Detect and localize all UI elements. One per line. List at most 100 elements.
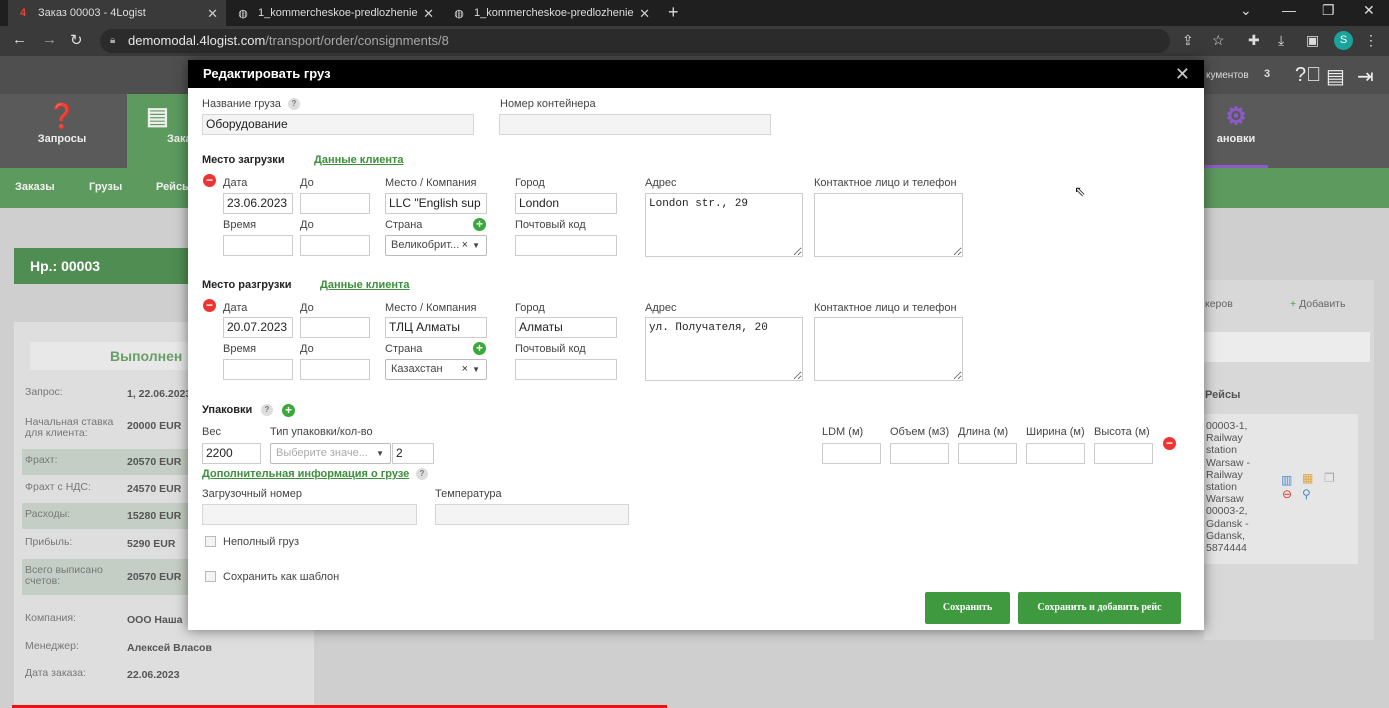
remove-loading-icon[interactable]: −	[203, 174, 216, 187]
add-link[interactable]: + Добавить	[1290, 298, 1345, 310]
extra-info-link[interactable]: Дополнительная информация о грузе	[202, 468, 409, 480]
profile-avatar[interactable]: S	[1334, 31, 1353, 50]
unloading-place-input[interactable]: ТЛЦ Алматы	[385, 317, 487, 338]
volume-label: Объем (м3)	[890, 426, 950, 438]
close-icon[interactable]: ✕	[423, 6, 434, 22]
unloading-time-to-input[interactable]	[300, 359, 370, 380]
unloading-zip-input[interactable]	[515, 359, 617, 380]
save-and-add-trip-button[interactable]: Сохранить и добавить рейс	[1018, 592, 1181, 624]
unloading-city-input[interactable]: Алматы	[515, 317, 617, 338]
loading-client-link[interactable]: Данные клиента	[314, 154, 403, 166]
height-input[interactable]	[1094, 443, 1153, 464]
width-label: Ширина (м)	[1026, 426, 1085, 438]
markers-link[interactable]: керов	[1205, 298, 1233, 310]
extensions-icon[interactable]: ✚	[1248, 32, 1260, 49]
loading-date-to-input[interactable]	[300, 193, 370, 214]
container-input[interactable]	[499, 114, 771, 135]
window-close-icon[interactable]: ✕	[1363, 2, 1375, 19]
loading-time-input[interactable]	[223, 235, 293, 256]
volume-input[interactable]	[890, 443, 949, 464]
close-icon[interactable]: ✕	[1175, 64, 1190, 85]
remove-package-icon[interactable]: −	[1163, 437, 1176, 450]
reload-icon[interactable]: ↻	[70, 31, 83, 49]
nav-tile-settings[interactable]: ⚙ ановки	[1204, 94, 1268, 168]
sidebar-icon[interactable]: ▣	[1306, 32, 1319, 49]
edit-icon[interactable]: ▦	[1302, 471, 1313, 485]
logout-icon[interactable]: ⇥	[1357, 64, 1374, 89]
save-template-checkbox[interactable]	[205, 571, 216, 582]
menu-icon[interactable]: ⋮	[1364, 32, 1378, 49]
partial-cargo-checkbox[interactable]	[205, 536, 216, 547]
unloading-client-link[interactable]: Данные клиента	[320, 279, 409, 291]
book-icon[interactable]: ▥	[1281, 473, 1292, 487]
loading-place-input[interactable]: LLC "English sup	[385, 193, 487, 214]
menu-trips[interactable]: Рейсы	[156, 181, 191, 193]
unloading-time-input[interactable]	[223, 359, 293, 380]
cargo-name-input[interactable]: Оборудование	[202, 114, 474, 135]
unloading-country-select[interactable]: Казахстан × ▼	[385, 359, 487, 380]
unloading-contact-input[interactable]	[814, 317, 963, 381]
back-icon[interactable]: ←	[12, 31, 27, 48]
forward-icon[interactable]: →	[42, 31, 57, 48]
nav-tile-requests[interactable]: ❓ Запросы	[22, 94, 102, 168]
menu-orders[interactable]: Заказы	[15, 181, 55, 193]
help-icon[interactable]: ?	[288, 98, 300, 110]
help-icon[interactable]: ?	[416, 468, 428, 480]
save-template-label: Сохранить как шаблон	[223, 571, 340, 583]
package-type-select[interactable]: Выберите значе... ▼	[270, 443, 391, 464]
trips-title: Рейсы	[1205, 389, 1241, 401]
loading-contact-input[interactable]	[814, 193, 963, 257]
clear-icon[interactable]: ×	[462, 360, 468, 379]
tab-proposal-2[interactable]: ◍ 1_kommercheskoe-predlozhenie ✕	[444, 0, 658, 26]
loading-zip-input[interactable]	[515, 235, 617, 256]
weight-input[interactable]: 2200	[202, 443, 261, 464]
link-icon[interactable]: ⚲	[1302, 487, 1311, 501]
tab-proposal-1[interactable]: ◍ 1_kommercheskoe-predlozhenie ✕	[228, 0, 442, 26]
close-icon[interactable]: ✕	[207, 6, 218, 22]
chevron-down-icon: ▼	[376, 449, 384, 458]
unloading-city-label: Город	[515, 302, 545, 314]
unloading-place-label: Место / Компания	[385, 302, 477, 314]
menu-cargo[interactable]: Грузы	[89, 181, 122, 193]
add-country-icon[interactable]: +	[473, 218, 486, 231]
remove-icon[interactable]: ⊖	[1282, 487, 1292, 501]
unloading-date-input[interactable]: 20.07.2023	[223, 317, 293, 338]
loading-city-input[interactable]: London	[515, 193, 617, 214]
package-qty-input[interactable]: 2	[392, 443, 434, 464]
nav-tile-orders[interactable]: ▤ Заказы	[127, 94, 207, 168]
download-icon[interactable]: ⤓	[1278, 32, 1284, 49]
add-country-icon[interactable]: +	[473, 342, 486, 355]
loading-country-select[interactable]: Великобрит... × ▼	[385, 235, 487, 256]
unloading-to2-label: До	[300, 343, 314, 355]
unloading-country-label: Страна	[385, 343, 423, 355]
unloading-date-to-input[interactable]	[300, 317, 370, 338]
tab-order[interactable]: 4 Заказ 00003 - 4Logist ✕	[8, 0, 226, 26]
url-input[interactable]: 🔒︎ demomodal.4logist.com/transport/order…	[100, 29, 1170, 53]
temperature-input[interactable]	[435, 504, 629, 525]
close-icon[interactable]: ✕	[639, 6, 650, 22]
remove-unloading-icon[interactable]: −	[203, 299, 216, 312]
minimize-icon[interactable]: —	[1282, 2, 1296, 18]
ldm-input[interactable]	[822, 443, 881, 464]
save-button[interactable]: Сохранить	[925, 592, 1010, 624]
loading-address-input[interactable]	[645, 193, 803, 257]
tab-search-icon[interactable]: ⌄	[1240, 2, 1252, 19]
share-icon[interactable]: ⇪	[1182, 32, 1194, 49]
loading-number-input[interactable]	[202, 504, 417, 525]
loading-date-input[interactable]: 23.06.2023	[223, 193, 293, 214]
unloading-address-input[interactable]	[645, 317, 803, 381]
copy-icon[interactable]: ❐	[1324, 471, 1335, 485]
notifications-icon[interactable]: ▤	[1326, 64, 1345, 89]
length-input[interactable]	[958, 443, 1017, 464]
help-icon[interactable]: ?⃝	[1295, 64, 1321, 87]
star-icon[interactable]: ☆	[1212, 32, 1225, 49]
maximize-icon[interactable]: ❐	[1322, 2, 1335, 19]
help-icon[interactable]: ?	[261, 404, 273, 416]
add-package-icon[interactable]: +	[282, 404, 295, 417]
width-input[interactable]	[1026, 443, 1085, 464]
docs-label: кументов	[1206, 70, 1249, 81]
clear-icon[interactable]: ×	[462, 236, 468, 255]
docs-count[interactable]: 3	[1264, 68, 1270, 80]
new-tab-icon[interactable]: +	[668, 2, 679, 23]
loading-time-to-input[interactable]	[300, 235, 370, 256]
